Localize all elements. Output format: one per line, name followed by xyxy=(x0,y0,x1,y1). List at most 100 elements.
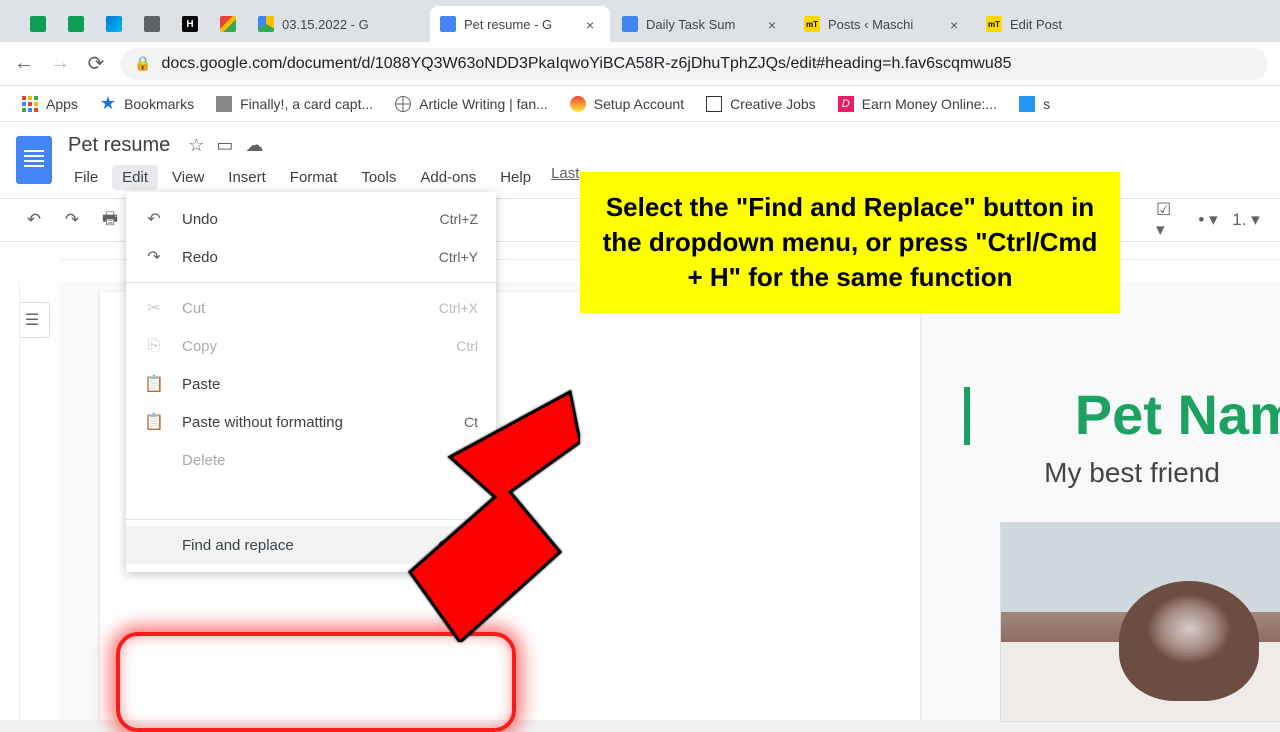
back-button[interactable]: ← xyxy=(12,52,36,76)
browser-nav-bar: ← → ⟳ 🔒 docs.google.com/document/d/1088Y… xyxy=(0,42,1280,86)
menu-undo[interactable]: ↶ Undo Ctrl+Z xyxy=(126,200,496,238)
favicon: mT xyxy=(986,16,1002,32)
browser-tab[interactable]: mTPosts ‹ Maschi× xyxy=(794,6,974,42)
menu-addons[interactable]: Add-ons xyxy=(410,165,486,190)
close-icon[interactable]: × xyxy=(586,17,600,31)
forward-button[interactable]: → xyxy=(48,52,72,76)
bookmark-label: Finally!, a card capt... xyxy=(240,96,373,112)
browser-tab-active[interactable]: Pet resume - G× xyxy=(430,6,610,42)
favicon xyxy=(30,16,46,32)
browser-tab[interactable] xyxy=(210,6,246,42)
tab-title: Edit Post xyxy=(1010,17,1096,32)
address-bar[interactable]: 🔒 docs.google.com/document/d/1088YQ3W63o… xyxy=(120,48,1268,80)
bookmark-favicon xyxy=(1019,96,1035,112)
favicon xyxy=(68,16,84,32)
menu-copy[interactable]: ⎘ Copy Ctrl xyxy=(126,327,496,365)
bookmark-favicon: D xyxy=(838,96,854,112)
menu-insert[interactable]: Insert xyxy=(218,165,276,190)
menu-edit[interactable]: Edit xyxy=(112,165,158,190)
menu-item-label: Copy xyxy=(182,338,217,355)
menu-shortcut: Ctrl+X xyxy=(439,300,478,316)
menu-cut[interactable]: ✂ Cut Ctrl+X xyxy=(126,289,496,327)
paste-icon: 📋 xyxy=(144,374,164,394)
page-subheading[interactable]: My best friend xyxy=(1044,457,1220,489)
browser-tab[interactable] xyxy=(58,6,94,42)
menu-shortcut: Ctrl+Z xyxy=(440,211,479,227)
menu-help[interactable]: Help xyxy=(490,165,541,190)
url-text: docs.google.com/document/d/1088YQ3W63oND… xyxy=(161,55,1011,73)
menu-file[interactable]: File xyxy=(64,165,108,190)
docs-icon xyxy=(622,16,638,32)
pet-photo[interactable] xyxy=(1000,522,1280,722)
bookmark-item[interactable]: Finally!, a card capt... xyxy=(208,92,381,116)
close-icon[interactable]: × xyxy=(768,17,782,31)
cloud-status-icon[interactable]: ☁ xyxy=(245,135,263,156)
lock-icon: 🔒 xyxy=(134,55,151,72)
bookmark-label: Setup Account xyxy=(594,96,684,112)
bookmark-item[interactable]: Creative Jobs xyxy=(698,92,824,116)
browser-tab[interactable]: H xyxy=(172,6,208,42)
menu-separator xyxy=(126,282,496,283)
docs-editor: Pet resume ☆ ▭ ☁ File Edit View Insert F… xyxy=(0,122,1280,720)
bookmark-favicon xyxy=(216,96,232,112)
close-icon[interactable]: × xyxy=(950,17,964,31)
menu-bar: File Edit View Insert Format Tools Add-o… xyxy=(64,165,579,190)
menu-item-label: Undo xyxy=(182,211,218,228)
favicon xyxy=(220,16,236,32)
menu-tools[interactable]: Tools xyxy=(351,165,406,190)
apps-icon xyxy=(22,96,38,112)
undo-button[interactable]: ↶ xyxy=(20,206,48,234)
menu-item-label: Paste without formatting xyxy=(182,414,343,431)
menu-item-label: Cut xyxy=(182,300,205,317)
checklist-button[interactable]: ☑ ▾ xyxy=(1156,206,1184,234)
menu-view[interactable]: View xyxy=(162,165,214,190)
paste-plain-icon: 📋 xyxy=(144,412,164,432)
bookmark-item[interactable]: D Earn Money Online:... xyxy=(830,92,1005,116)
bookmark-favicon xyxy=(570,96,586,112)
bulleted-list-button[interactable]: • ▾ xyxy=(1194,206,1222,234)
menu-item-label: Find and replace xyxy=(182,537,294,554)
undo-icon: ↶ xyxy=(144,209,164,229)
tab-title: 03.15.2022 - G xyxy=(282,17,418,32)
bookmark-label: Earn Money Online:... xyxy=(862,96,997,112)
reload-button[interactable]: ⟳ xyxy=(84,52,108,76)
bookmark-favicon xyxy=(706,96,722,112)
tab-title: Posts ‹ Maschi xyxy=(828,17,942,32)
apps-shortcut[interactable]: Apps xyxy=(14,92,86,116)
browser-tab[interactable]: mT Edit Post xyxy=(976,6,1106,42)
docs-logo-icon[interactable] xyxy=(16,136,52,184)
last-edit-link[interactable]: Last xyxy=(551,165,579,190)
bookmark-label: Creative Jobs xyxy=(730,96,816,112)
bookmark-item[interactable]: Setup Account xyxy=(562,92,692,116)
bookmark-item[interactable]: Article Writing | fan... xyxy=(387,92,556,116)
star-icon: ★ xyxy=(100,93,116,114)
favicon: H xyxy=(182,16,198,32)
print-button[interactable]: 🖶 xyxy=(96,206,124,234)
document-title[interactable]: Pet resume xyxy=(64,132,174,159)
bookmarks-shortcut[interactable]: ★ Bookmarks xyxy=(92,89,202,118)
browser-tab[interactable]: 03.15.2022 - G xyxy=(248,6,428,42)
browser-tab[interactable] xyxy=(20,6,56,42)
arrow-annotation xyxy=(400,382,580,647)
browser-tab-strip: H 03.15.2022 - G Pet resume - G× Daily T… xyxy=(0,0,1280,42)
apps-label: Apps xyxy=(46,96,78,112)
redo-button[interactable]: ↷ xyxy=(58,206,86,234)
browser-tab[interactable] xyxy=(134,6,170,42)
bookmark-label: s xyxy=(1043,96,1050,112)
star-icon[interactable]: ☆ xyxy=(188,135,204,156)
move-icon[interactable]: ▭ xyxy=(216,135,233,156)
globe-icon xyxy=(395,96,411,112)
menu-shortcut: Ctrl+Y xyxy=(439,249,478,265)
vertical-ruler[interactable] xyxy=(0,282,20,720)
menu-item-label: Paste xyxy=(182,376,220,393)
menu-shortcut: Ctrl xyxy=(456,338,478,354)
browser-tab[interactable]: Daily Task Sum× xyxy=(612,6,792,42)
numbered-list-button[interactable]: 1. ▾ xyxy=(1232,206,1260,234)
instruction-callout: Select the "Find and Replace" button in … xyxy=(580,172,1120,313)
page-heading[interactable]: Pet Name xyxy=(1075,382,1280,447)
bookmark-item[interactable]: s xyxy=(1011,92,1058,116)
browser-tab[interactable] xyxy=(96,6,132,42)
bookmarks-bar: Apps ★ Bookmarks Finally!, a card capt..… xyxy=(0,86,1280,122)
menu-format[interactable]: Format xyxy=(280,165,348,190)
menu-redo[interactable]: ↷ Redo Ctrl+Y xyxy=(126,238,496,276)
